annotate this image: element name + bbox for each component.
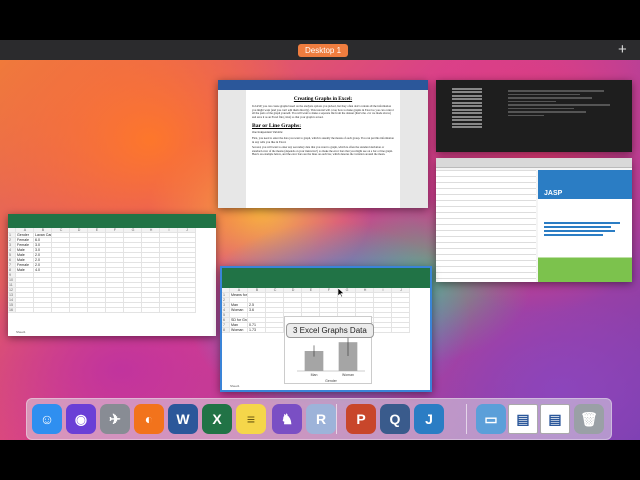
launchpad-icon[interactable]: ✈: [100, 404, 130, 434]
category-label: Man: [311, 373, 318, 377]
jasp-welcome-lines: [544, 220, 628, 238]
add-space-button[interactable]: +: [618, 40, 627, 60]
cell[interactable]: [88, 308, 106, 313]
jasp-data-grid: [436, 170, 536, 282]
excel-icon[interactable]: X: [202, 404, 232, 434]
cell[interactable]: [34, 308, 52, 313]
cell[interactable]: [106, 308, 124, 313]
cell[interactable]: 1.73: [248, 328, 266, 333]
excel-grid[interactable]: A B C D E F G H I J 1 Gender Lavan Care 2 Female 6.0 3 Fe…: [8, 228, 216, 313]
cell[interactable]: [374, 328, 392, 333]
desktop-space-tab[interactable]: Desktop 1: [298, 44, 349, 57]
file-tree: [452, 86, 502, 148]
word-window[interactable]: Creating Graphs in Excel: In JASP, you c…: [218, 80, 428, 208]
cell[interactable]: [178, 308, 196, 313]
code-area: [508, 88, 628, 148]
finder-icon[interactable]: ☺: [32, 404, 62, 434]
mouse-cursor-icon: [338, 288, 344, 297]
downloads-folder-icon[interactable]: ▭: [476, 404, 506, 434]
cell[interactable]: [142, 308, 160, 313]
window-title-label: 3 Excel Graphs Data: [286, 323, 374, 338]
excel-ribbon: [222, 268, 430, 288]
cell[interactable]: [160, 308, 178, 313]
doc-subheading: One Independent Variable:: [252, 130, 283, 135]
row-header[interactable]: 16: [8, 308, 16, 313]
github-icon[interactable]: ♞: [272, 404, 302, 434]
trash-icon[interactable]: 🗑: [574, 404, 604, 434]
cell[interactable]: [52, 308, 70, 313]
word-titlebar: [218, 80, 428, 90]
r-icon[interactable]: R: [306, 404, 336, 434]
top-black-area: [0, 0, 640, 40]
powerpoint-icon[interactable]: P: [346, 404, 376, 434]
firefox-icon[interactable]: ◐: [134, 404, 164, 434]
editor-window[interactable]: [436, 80, 632, 152]
cell[interactable]: [16, 308, 34, 313]
bottom-black-area: [0, 440, 640, 480]
cell[interactable]: [266, 328, 284, 333]
jasp-titlebar: [436, 158, 632, 168]
cell[interactable]: [70, 308, 88, 313]
dock-separator: [336, 404, 337, 434]
table-row: 16: [8, 308, 216, 313]
doc-para1: First, you need to enter the data you wa…: [252, 135, 394, 144]
row-header[interactable]: 8: [222, 328, 230, 333]
doc-para2: Second, you will want to enter any secon…: [252, 145, 393, 157]
notes-icon[interactable]: ≡: [236, 404, 266, 434]
cell[interactable]: [124, 308, 142, 313]
sheet-tab[interactable]: Sheet1: [230, 384, 240, 388]
cell[interactable]: Woman: [230, 328, 248, 333]
quicktime-icon[interactable]: Q: [380, 404, 410, 434]
category-label: Woman: [342, 373, 354, 377]
doc-heading: Bar or Line Graphs:: [252, 123, 302, 130]
document-stack-icon[interactable]: ▤: [508, 404, 538, 434]
excel-window-data[interactable]: A B C D E F G H I J 1 Gender Lavan Care 2 Female 6.0 3 Fe…: [8, 214, 216, 336]
sheet-tab[interactable]: Sheet1: [16, 330, 26, 334]
excel-ribbon: [8, 214, 216, 228]
jasp-icon[interactable]: J: [414, 404, 444, 434]
doc-title: Creating Graphs in Excel:: [293, 96, 353, 102]
jasp-window[interactable]: JASP: [436, 158, 632, 282]
document-stack-2-icon[interactable]: ▤: [540, 404, 570, 434]
siri-icon[interactable]: ◉: [66, 404, 96, 434]
word-icon[interactable]: W: [168, 404, 198, 434]
word-page: Creating Graphs in Excel: In JASP, you c…: [246, 90, 400, 208]
dock-separator: [466, 404, 467, 434]
cell[interactable]: [392, 328, 410, 333]
jasp-logo: JASP: [544, 190, 563, 197]
doc-intro: In JASP, you can create graphs based on …: [252, 104, 394, 119]
x-axis-label: Gender: [325, 379, 338, 383]
